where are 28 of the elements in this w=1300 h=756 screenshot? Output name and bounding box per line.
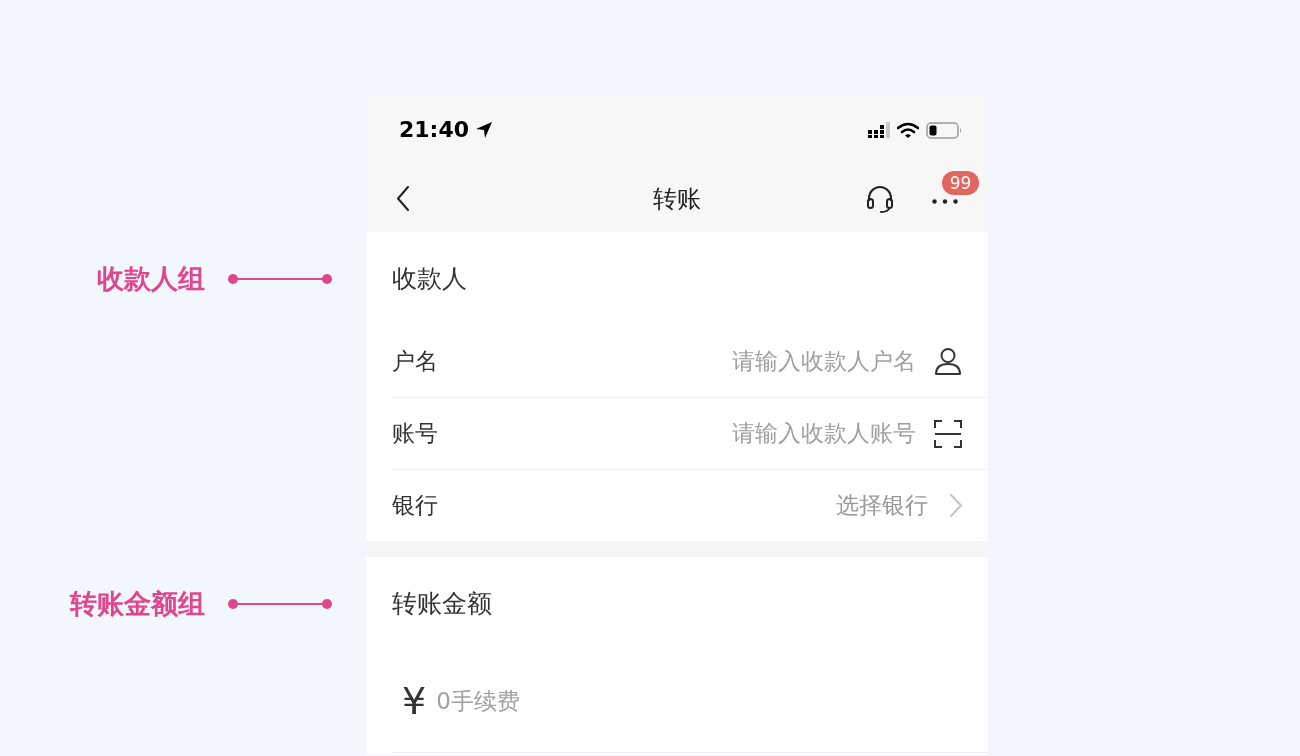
headset-button[interactable]: [866, 184, 894, 213]
more-button[interactable]: [932, 199, 958, 204]
section-title: 收款人: [392, 266, 467, 291]
amount-input[interactable]: 0手续费: [436, 683, 988, 719]
person-icon: [934, 347, 962, 375]
scan-icon: [934, 419, 962, 448]
headset-icon: [866, 184, 894, 213]
location-arrow-icon: [475, 121, 494, 139]
status-time: 21:40: [399, 119, 470, 141]
back-button[interactable]: [396, 186, 410, 211]
field-label: 银行: [392, 494, 439, 517]
nav-title: 转账: [653, 186, 701, 211]
battery-icon: [926, 121, 962, 139]
chevron-right-icon: [950, 494, 962, 517]
annotation-label: 收款人组: [97, 265, 205, 292]
currency-symbol: ¥: [402, 682, 427, 720]
more-icon: [932, 199, 958, 204]
section-title: 转账金额: [392, 591, 492, 616]
input-field[interactable]: 请输入收款人账号: [492, 416, 916, 451]
field-label: 账号: [392, 422, 439, 445]
back-icon: [396, 186, 410, 211]
annotation-label: 转账金额组: [70, 590, 205, 617]
wifi-icon: [897, 121, 919, 139]
input-field[interactable]: 请输入收款人户名: [492, 343, 916, 379]
bank-picker[interactable]: 选择银行: [836, 494, 962, 517]
field-label: 户名: [392, 349, 439, 373]
notification-badge: 99: [942, 171, 979, 195]
signal-icon: [868, 122, 890, 138]
